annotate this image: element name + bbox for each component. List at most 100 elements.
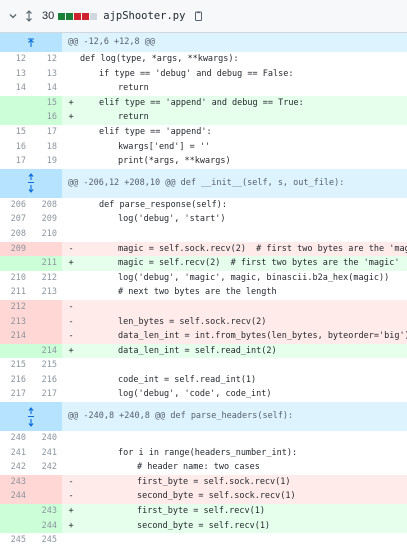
new-line-number[interactable]: 18	[31, 139, 62, 155]
new-line-number[interactable]: 13	[31, 66, 62, 82]
new-line-number[interactable]: 245	[31, 533, 62, 548]
new-line-number[interactable]	[31, 241, 62, 257]
diff-sign: -	[68, 331, 74, 342]
expand-both-icon[interactable]	[0, 402, 62, 432]
old-line-number[interactable]: 241	[0, 445, 31, 461]
old-line-number[interactable]: 212	[0, 299, 31, 315]
diff-line: 240 240	[0, 431, 407, 446]
diff-sign: -	[68, 491, 74, 502]
code-line: second_byte = self.recv(1)	[137, 520, 271, 531]
new-line-number[interactable]	[31, 299, 62, 315]
old-line-number[interactable]	[0, 110, 31, 125]
old-line-number[interactable]: 216	[0, 372, 31, 388]
new-line-number[interactable]: 240	[31, 431, 62, 446]
old-line-number[interactable]: 215	[0, 358, 31, 373]
code-line: def parse_response(self):	[99, 199, 227, 210]
expand-up-icon[interactable]	[0, 33, 62, 52]
old-line-number[interactable]	[0, 504, 31, 519]
new-line-number[interactable]: 17	[31, 124, 62, 140]
diff-line-removed: 244 - second_byte = self.sock.recv(1)	[0, 489, 407, 505]
new-line-number[interactable]: 217	[31, 387, 62, 403]
old-line-number[interactable]: 17	[0, 154, 31, 169]
new-line-number[interactable]: 214	[31, 343, 62, 359]
old-line-number[interactable]: 13	[0, 66, 31, 82]
new-line-number[interactable]	[31, 474, 62, 490]
old-line-number[interactable]: 15	[0, 124, 31, 140]
new-line-number[interactable]: 14	[31, 81, 62, 96]
new-line-number[interactable]: 241	[31, 445, 62, 461]
code-line: log('debug', 'code', code_int)	[118, 389, 272, 400]
old-line-number[interactable]	[0, 343, 31, 359]
hunk-header: @@ -240,8 +240,8 @@ def parse_headers(se…	[0, 402, 407, 432]
old-line-number[interactable]	[0, 518, 31, 534]
new-line-number[interactable]: 244	[31, 518, 62, 534]
new-line-number[interactable]: 12	[31, 52, 62, 67]
diff-line: 16 18 kwargs['end'] = ''	[0, 139, 407, 155]
new-line-number[interactable]	[31, 314, 62, 330]
old-line-number[interactable]: 213	[0, 314, 31, 330]
new-line-number[interactable]: 208	[31, 197, 62, 213]
copy-icon[interactable]	[192, 10, 204, 22]
new-line-number[interactable]: 16	[31, 110, 62, 125]
code-line: # next two bytes are the length	[118, 287, 277, 298]
diff-line-added: 214 + data_len_int = self.read_int(2)	[0, 343, 407, 359]
diff-sign: -	[68, 316, 74, 327]
diff-sign	[62, 125, 80, 140]
diffstat-bar	[58, 12, 98, 20]
old-line-number[interactable]: 206	[0, 197, 31, 213]
old-line-number[interactable]	[0, 256, 31, 271]
diff-table: @@ -12,6 +12,8 @@ 12 12 def log(type, *a…	[0, 33, 407, 548]
diff-line: 217 217 log('debug', 'code', code_int)	[0, 387, 407, 403]
old-line-number[interactable]: 209	[0, 241, 31, 257]
new-line-number[interactable]: 19	[31, 154, 62, 169]
diff-line: 216 216 code_int = self.read_int(1)	[0, 372, 407, 388]
diff-sign	[62, 358, 80, 373]
old-line-number[interactable]: 242	[0, 460, 31, 475]
diff-line-removed: 212 -	[0, 299, 407, 315]
old-line-number[interactable]	[0, 95, 31, 111]
diff-sign: +	[68, 97, 74, 108]
new-line-number[interactable]: 215	[31, 358, 62, 373]
old-line-number[interactable]: 243	[0, 474, 31, 490]
new-line-number[interactable]: 210	[31, 226, 62, 242]
diff-sign: +	[68, 345, 74, 356]
diff-sign: -	[68, 476, 74, 487]
new-line-number[interactable]: 242	[31, 460, 62, 475]
old-line-number[interactable]: 214	[0, 329, 31, 344]
file-name[interactable]: ajpShooter.py	[103, 10, 185, 22]
old-line-number[interactable]: 245	[0, 533, 31, 548]
old-line-number[interactable]: 240	[0, 431, 31, 446]
diff-sign: +	[68, 520, 74, 531]
old-line-number[interactable]: 244	[0, 489, 31, 505]
new-line-number[interactable]	[31, 489, 62, 505]
new-line-number[interactable]: 212	[31, 270, 62, 286]
diff-sign	[62, 387, 80, 402]
new-line-number[interactable]: 209	[31, 212, 62, 227]
new-line-number[interactable]: 243	[31, 504, 62, 519]
old-line-number[interactable]: 208	[0, 226, 31, 242]
old-line-number[interactable]: 217	[0, 387, 31, 403]
old-line-number[interactable]: 12	[0, 52, 31, 67]
diffstat-block	[74, 12, 82, 20]
new-line-number[interactable]: 213	[31, 285, 62, 300]
old-line-number[interactable]: 14	[0, 81, 31, 96]
new-line-number[interactable]: 216	[31, 372, 62, 388]
collapse-chevron-icon[interactable]	[6, 9, 20, 23]
new-line-number[interactable]	[31, 329, 62, 344]
code-line: magic = self.recv(2) # first two bytes a…	[118, 258, 400, 269]
new-line-number[interactable]: 15	[31, 95, 62, 111]
diff-line: 14 14 return	[0, 81, 407, 96]
changes-count: 30	[42, 10, 55, 22]
new-line-number[interactable]: 211	[31, 256, 62, 271]
diff-line: 210 212 log('debug', 'magic', magic, bin…	[0, 270, 407, 286]
expand-both-icon[interactable]	[0, 168, 62, 198]
old-line-number[interactable]: 207	[0, 212, 31, 227]
old-line-number[interactable]: 211	[0, 285, 31, 300]
expand-all-icon[interactable]	[22, 9, 36, 23]
code-line: first_byte = self.sock.recv(1)	[137, 476, 291, 487]
code-line: log('debug', 'start')	[118, 214, 226, 225]
old-line-number[interactable]: 210	[0, 270, 31, 286]
old-line-number[interactable]: 16	[0, 139, 31, 155]
